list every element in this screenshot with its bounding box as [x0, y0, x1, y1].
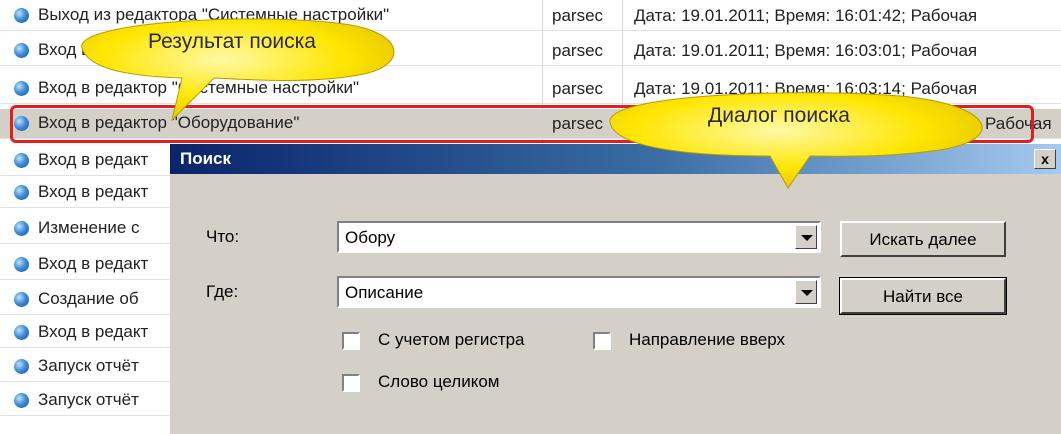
row-description: Вход в редакт	[38, 182, 149, 201]
event-icon	[14, 359, 29, 374]
direction-up-checkbox[interactable]	[593, 332, 611, 350]
row-description: Вход в редакт	[38, 254, 149, 273]
event-icon	[14, 81, 29, 96]
row-description: Вход в редакт	[38, 150, 149, 169]
row-description: Вход в редакт	[38, 322, 149, 341]
match-case-checkbox[interactable]	[342, 332, 360, 350]
row-user: parsec	[552, 6, 604, 25]
chevron-down-icon[interactable]	[795, 280, 817, 304]
row-description: Запуск отчёт	[38, 356, 139, 375]
search-result-callout: Результат поиска	[64, 18, 484, 128]
row-info: Дата: 19.01.2011; Время: 16:01:42; Рабоч…	[634, 6, 978, 25]
event-icon	[14, 185, 29, 200]
what-value[interactable]: Обору	[345, 228, 395, 248]
row-user: parsec	[552, 79, 604, 98]
event-icon	[14, 292, 29, 307]
event-icon	[14, 325, 29, 340]
row-description: Изменение с	[38, 218, 140, 237]
event-icon	[14, 393, 29, 408]
where-label: Где:	[206, 282, 239, 301]
search-dialog-callout: Диалог поиска	[600, 92, 1020, 192]
what-combobox[interactable]: Обору	[337, 221, 821, 253]
event-icon	[14, 221, 29, 236]
event-icon	[14, 43, 29, 58]
where-value[interactable]: Описание	[345, 283, 423, 303]
event-icon	[14, 153, 29, 168]
find-all-button[interactable]: Найти все	[839, 277, 1007, 315]
row-description: Запуск отчёт	[38, 390, 139, 409]
find-next-button[interactable]: Искать далее	[840, 221, 1006, 257]
callout-text: Результат поиска	[148, 30, 316, 53]
direction-up-label[interactable]: Направление вверх	[629, 330, 785, 350]
whole-word-checkbox[interactable]	[342, 374, 360, 392]
match-case-label[interactable]: С учетом регистра	[378, 330, 525, 350]
row-info: Дата: 19.01.2011; Время: 16:03:01; Рабоч…	[634, 41, 978, 60]
row-description: Создание об	[38, 289, 139, 308]
what-label: Что:	[206, 227, 240, 246]
callout-text: Диалог поиска	[708, 104, 850, 127]
dialog-title: Поиск	[180, 149, 232, 168]
whole-word-label[interactable]: Слово целиком	[378, 372, 499, 392]
event-icon	[14, 257, 29, 272]
where-combobox[interactable]: Описание	[337, 276, 821, 308]
row-user: parsec	[552, 41, 604, 60]
chevron-down-icon[interactable]	[795, 225, 817, 249]
close-button[interactable]: x	[1034, 149, 1056, 169]
event-icon	[14, 8, 29, 23]
